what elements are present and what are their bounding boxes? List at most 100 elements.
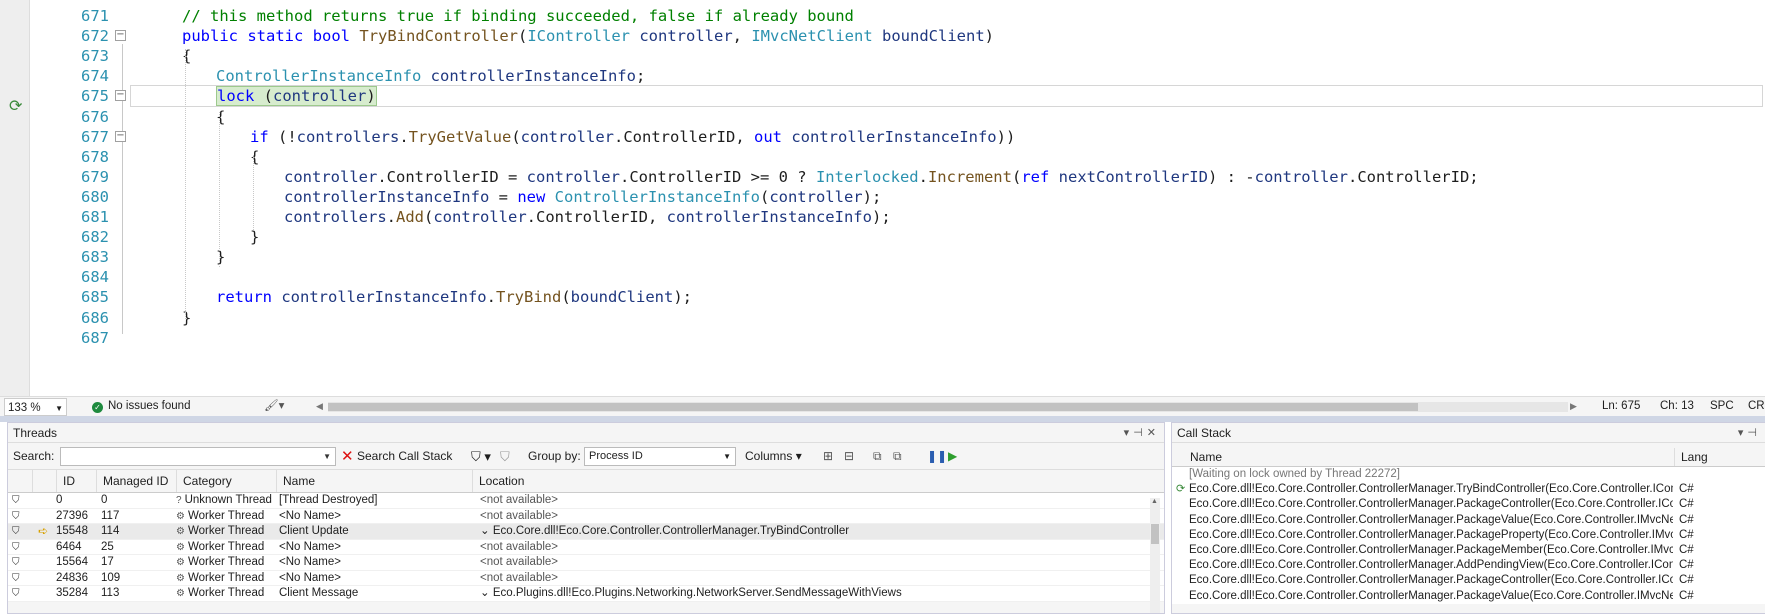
search-call-stack-toggle[interactable]: Search Call Stack xyxy=(357,443,452,470)
zoom-dropdown[interactable]: 133 % ▼ xyxy=(4,398,67,416)
call-stack-row[interactable]: Eco.Core.dll!Eco.Core.Controller.Control… xyxy=(1172,588,1765,604)
location-column-header[interactable]: Location xyxy=(472,470,1032,492)
code-line[interactable]: 687 xyxy=(0,327,1765,350)
call-stack-row[interactable]: Eco.Core.dll!Eco.Core.Controller.Control… xyxy=(1172,497,1765,513)
collapse-all-icon[interactable]: ⊟ xyxy=(844,443,854,470)
scroll-left-icon[interactable]: ◀ xyxy=(316,397,323,416)
thread-row[interactable]: ⛉ 0 0? Unknown Thread [Thread Destroyed] <not… xyxy=(8,493,1164,509)
scroll-up-icon[interactable]: ▲ xyxy=(1151,498,1158,505)
chevron-down-icon[interactable]: ▼ xyxy=(323,448,331,465)
category-icon: ? xyxy=(176,495,182,506)
frame-language: C# xyxy=(1679,483,1694,496)
thread-id: 35284 xyxy=(56,587,88,599)
managed-id-column-header[interactable]: Managed ID xyxy=(96,470,176,492)
vertical-scrollbar[interactable]: ▲ xyxy=(1150,498,1160,613)
call-stack-row[interactable]: Eco.Core.dll!Eco.Core.Controller.Control… xyxy=(1172,573,1765,589)
frame-language: C# xyxy=(1679,559,1694,572)
call-stack-row[interactable]: [Waiting on lock owned by Thread 22272] xyxy=(1172,467,1765,483)
managed-id: 17 xyxy=(101,556,114,568)
call-stack-row[interactable]: Eco.Core.dll!Eco.Core.Controller.Control… xyxy=(1172,512,1765,528)
pause-icon[interactable]: ❚❚ xyxy=(927,443,947,470)
location-cell[interactable]: <not available> xyxy=(480,571,1020,587)
frame-name: Eco.Core.dll!Eco.Core.Controller.Control… xyxy=(1189,589,1673,602)
frame-language: C# xyxy=(1679,543,1694,556)
location-cell[interactable]: ⌄ Eco.Core.dll!Eco.Core.Controller.Contr… xyxy=(480,524,1020,540)
flag-icon[interactable]: ⛉ xyxy=(12,540,34,556)
cleanup-brush-icon[interactable]: 🖌▾ xyxy=(264,397,284,416)
code-editor[interactable]: ⟳ 671// this method returns true if bind… xyxy=(0,0,1765,396)
managed-id: 117 xyxy=(101,509,120,522)
language-column-header[interactable]: Lang xyxy=(1674,448,1754,466)
thread-name: <No Name> xyxy=(279,556,342,568)
window-menu-icon[interactable]: ▾ xyxy=(1124,427,1134,439)
group-by-label: Group by: xyxy=(528,449,581,463)
call-stack-row[interactable]: Eco.Core.dll!Eco.Core.Controller.Control… xyxy=(1172,558,1765,574)
expand-all-icon[interactable]: ⊞ xyxy=(823,443,833,470)
group-by-dropdown[interactable]: Process ID ▼ xyxy=(584,447,736,466)
freeze-threads-icon[interactable]: ⧉ xyxy=(873,443,882,470)
threads-grid-body[interactable]: ⛉ 0 0? Unknown Thread [Thread Destroyed] <not… xyxy=(8,493,1164,602)
flag-icon[interactable]: ⛉ xyxy=(12,586,34,602)
call-stack-row[interactable]: Eco.Core.dll!Eco.Core.Controller.Control… xyxy=(1172,527,1765,543)
location-cell[interactable]: <not available> xyxy=(480,493,1020,509)
window-menu-icon[interactable]: ▾ xyxy=(1738,427,1748,439)
indent-guide xyxy=(253,155,254,230)
category-text: Worker Thread xyxy=(187,540,265,553)
flag-icon[interactable]: ⛉ xyxy=(12,509,34,525)
thread-name: Client Update xyxy=(279,525,349,537)
managed-id: 0 xyxy=(101,494,108,506)
thread-row[interactable]: ⛉ 6464 25 ⚙ Worker Thread <No Name> <not avail… xyxy=(8,539,1164,556)
thread-row[interactable]: ⛉ 24836 109 ⚙ Worker Thread <No Name> <not ava… xyxy=(8,570,1164,587)
scroll-right-icon[interactable]: ▶ xyxy=(1570,397,1577,416)
thaw-threads-icon[interactable]: ⧉ xyxy=(893,443,902,470)
name-column-header[interactable]: Name xyxy=(276,470,472,492)
current-column-header[interactable] xyxy=(32,470,56,492)
thread-row[interactable]: ⛉ ➪ 15548 114 ⚙ Worker Thread Client Update ⌄ E… xyxy=(8,524,1164,540)
search-input[interactable]: ▼ xyxy=(60,447,336,466)
call-stack-row[interactable]: ⟳ Eco.Core.dll!Eco.Core.Controller.Contro… xyxy=(1172,482,1765,498)
thread-row[interactable]: ⛉ 15564 17 ⚙ Worker Thread <No Name> <not avai… xyxy=(8,555,1164,571)
call-stack-body[interactable]: [Waiting on lock owned by Thread 22272] ⟳… xyxy=(1172,467,1765,604)
flag-icon[interactable]: ⛉ xyxy=(12,571,34,587)
category-column-header[interactable]: Category xyxy=(176,470,276,492)
category-icon: ⚙ xyxy=(176,588,185,599)
clear-search-icon[interactable]: ✕ xyxy=(341,443,354,470)
thread-row[interactable]: ⛉ 27396 117 ⚙ Worker Thread <No Name> <not ava… xyxy=(8,508,1164,525)
thread-row[interactable]: ⛉ 35284 113 ⚙ Worker Thread Client Message ⌄ E… xyxy=(8,586,1164,602)
pin-icon[interactable]: ⊣ xyxy=(1133,427,1147,439)
call-stack-row[interactable]: Eco.Core.dll!Eco.Core.Controller.Control… xyxy=(1172,542,1765,559)
threads-title-bar[interactable]: Threads ▾⊣✕ xyxy=(8,423,1164,443)
collapse-outline-icon[interactable]: − xyxy=(115,90,126,102)
current-thread-arrow-icon: ➪ xyxy=(38,524,49,538)
scroll-thumb[interactable] xyxy=(328,403,1418,411)
line-indicator[interactable]: Ln: 675 xyxy=(1602,397,1640,416)
location-cell[interactable]: <not available> xyxy=(480,555,1020,571)
location-cell[interactable]: <not available> xyxy=(480,540,1020,556)
filter-icon[interactable]: ⛉ ▾ xyxy=(471,443,491,470)
columns-button[interactable]: Columns ▾ xyxy=(745,443,802,470)
location-cell[interactable]: ⌄ Eco.Plugins.dll!Eco.Plugins.Networking… xyxy=(480,586,1020,602)
frame-name: Eco.Core.dll!Eco.Core.Controller.Control… xyxy=(1189,528,1673,541)
filter-disabled-icon[interactable]: ⛉ xyxy=(500,443,510,470)
managed-id: 25 xyxy=(101,540,114,553)
flag-icon[interactable]: ⛉ xyxy=(12,524,34,540)
location-cell[interactable]: <not available> xyxy=(480,509,1020,525)
pin-icon[interactable]: ⊣ xyxy=(1747,427,1761,439)
flag-icon[interactable]: ⛉ xyxy=(12,555,34,571)
flag-column-header[interactable] xyxy=(8,470,32,492)
collapse-outline-icon[interactable]: − xyxy=(115,30,126,42)
close-icon[interactable]: ✕ xyxy=(1147,427,1160,439)
call-stack-title-bar[interactable]: Call Stack ▾⊣ xyxy=(1172,423,1765,443)
issues-indicator[interactable]: ✓ No issues found xyxy=(92,397,190,416)
play-icon[interactable]: ▶ xyxy=(948,443,957,470)
spacing-indicator[interactable]: SPC xyxy=(1710,397,1734,416)
column-indicator[interactable]: Ch: 13 xyxy=(1660,397,1694,416)
line-ending-indicator[interactable]: CRL xyxy=(1748,397,1765,416)
category-text: Worker Thread xyxy=(187,571,265,584)
collapse-outline-icon[interactable]: − xyxy=(115,130,126,142)
name-column-header[interactable]: Name xyxy=(1184,448,1674,466)
horizontal-scrollbar[interactable] xyxy=(328,402,1568,412)
flag-icon[interactable]: ⛉ xyxy=(12,493,34,509)
scroll-thumb[interactable] xyxy=(1151,524,1159,544)
id-column-header[interactable]: ID xyxy=(56,470,96,492)
